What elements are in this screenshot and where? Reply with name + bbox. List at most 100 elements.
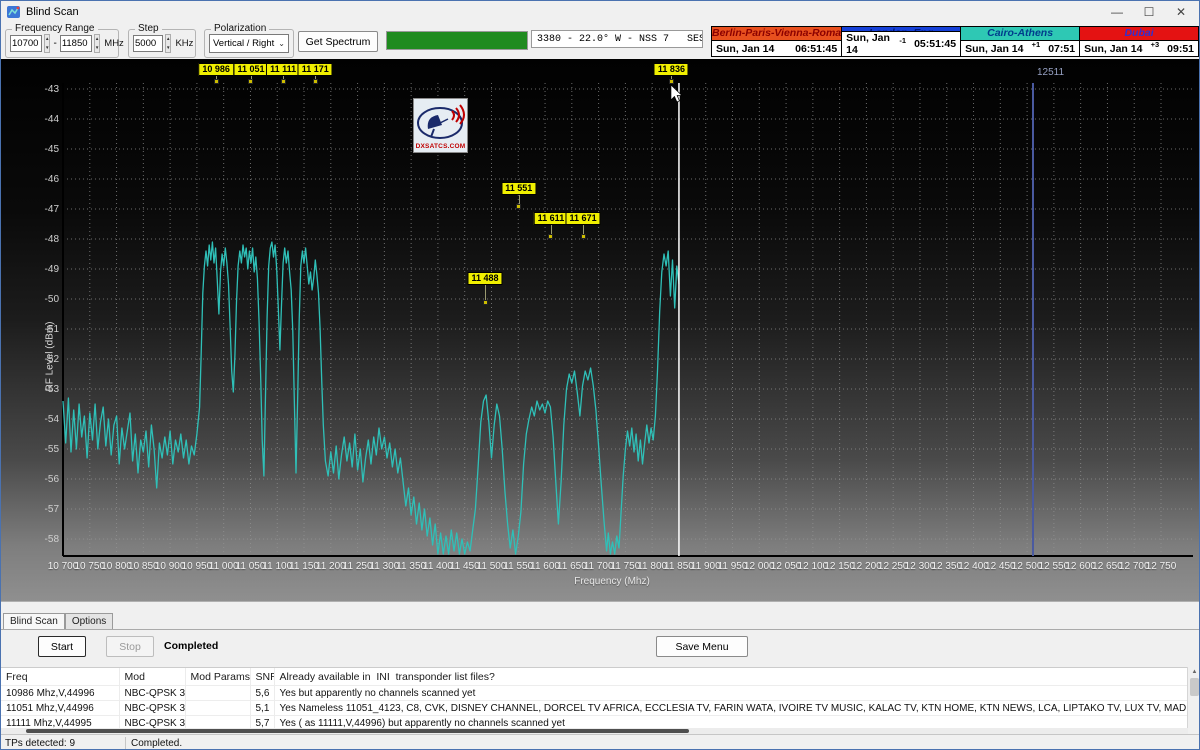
- x-tick-label: 11 100: [262, 561, 292, 572]
- tp-flag-marker: [548, 234, 553, 239]
- y-tick-label: -43: [29, 84, 59, 95]
- cell-mod: NBC-QPSK 3/4: [119, 701, 185, 716]
- world-clocks: Berlin-Paris-Vienna-Roma Sun, Jan 14 06:…: [711, 26, 1199, 57]
- x-tick-label: 11 050: [236, 561, 266, 572]
- y-tick-label: -50: [29, 294, 59, 305]
- y-tick-label: -52: [29, 354, 59, 365]
- clock-cairo: Cairo-Athens Sun, Jan 14 +1 07:51: [961, 27, 1079, 56]
- table-row[interactable]: 10986 Mhz,V,44996 NBC-QPSK 3/4 5,6 Yes b…: [1, 686, 1188, 701]
- clock-time: 07:51: [1048, 43, 1075, 55]
- clock-time: 09:51: [1167, 43, 1194, 55]
- frequency-to-input[interactable]: [60, 35, 92, 52]
- x-tick-label: 11 700: [584, 561, 614, 572]
- x-tick-label: 11 200: [316, 561, 346, 572]
- table-row[interactable]: 11111 Mhz,V,44995 NBC-QPSK 3/4 5,7 Yes (…: [1, 716, 1188, 730]
- x-tick-label: 11 550: [503, 561, 533, 572]
- spectrum-plot[interactable]: [1, 59, 1200, 601]
- scroll-up-icon[interactable]: ▲: [1188, 667, 1200, 677]
- y-tick-label: -57: [29, 504, 59, 515]
- y-tick-label: -46: [29, 174, 59, 185]
- y-tick-label: -48: [29, 234, 59, 245]
- x-tick-label: 11 000: [209, 561, 239, 572]
- tp-flag-marker: [581, 234, 586, 239]
- clock-body-berlin: Sun, Jan 14 06:51:45: [712, 40, 841, 56]
- tp-flag-11551: 11 551: [501, 182, 536, 195]
- cell-mod: NBC-QPSK 3/4: [119, 686, 185, 701]
- close-button[interactable]: ✕: [1165, 1, 1197, 23]
- col-snr: SNR: [250, 668, 274, 686]
- spectrum-chart[interactable]: RF Level (dBm) Frequency (Mhz) 12511 DXS…: [1, 59, 1200, 601]
- table-header-row: Freq Mod Mod Params SNR Already availabl…: [1, 668, 1188, 686]
- y-tick-label: -45: [29, 144, 59, 155]
- tp-flag-11111: 11 111: [266, 63, 300, 76]
- clock-date: Sun, Jan 14: [1084, 43, 1142, 55]
- tp-flag-11671: 11 671: [566, 212, 601, 225]
- tab-blind-scan[interactable]: Blind Scan: [3, 613, 65, 630]
- tp-flag-marker: [313, 79, 318, 84]
- polarization-select[interactable]: Vertical / Right ⌄: [209, 34, 289, 53]
- step-unit-label: KHz: [175, 38, 193, 49]
- cell-freq: 10986 Mhz,V,44996: [1, 686, 119, 701]
- step-input[interactable]: [133, 35, 163, 52]
- y-tick-label: -49: [29, 264, 59, 275]
- tp-flag-marker: [483, 300, 488, 305]
- frequency-from-input[interactable]: [10, 35, 42, 52]
- col-mod: Mod: [119, 668, 185, 686]
- start-button[interactable]: Start: [38, 636, 86, 657]
- marker-frequency-label: 12511: [1037, 67, 1064, 78]
- clock-time: 05:51:45: [914, 38, 956, 50]
- mouse-cursor-icon: [671, 85, 682, 102]
- x-tick-label: 11 600: [530, 561, 560, 572]
- tp-flag-marker: [516, 204, 521, 209]
- table-vertical-scrollbar[interactable]: ▲: [1187, 667, 1200, 728]
- bottom-panel: Blind Scan Options Start Stop Completed …: [1, 601, 1200, 734]
- frequency-unit-label: MHz: [104, 38, 124, 49]
- progress-bar: [386, 31, 528, 50]
- y-tick-label: -47: [29, 204, 59, 215]
- get-spectrum-button[interactable]: Get Spectrum: [298, 31, 378, 52]
- statusbar-divider: [125, 737, 126, 749]
- tab-divider: [1, 629, 1200, 630]
- clock-utc-offset: -1: [899, 36, 906, 45]
- x-tick-label: 11 300: [369, 561, 399, 572]
- clock-london: London, Eng Sun, Jan 14 -1 05:51:45: [842, 27, 960, 56]
- tp-flag-stem: [485, 285, 486, 300]
- col-mod-params: Mod Params: [185, 668, 250, 686]
- cell-mod-params: [185, 701, 250, 716]
- step-stepper[interactable]: ▲▼: [165, 34, 171, 53]
- cell-snr: 5,1: [250, 701, 274, 716]
- scrollbar-thumb[interactable]: [1190, 678, 1199, 696]
- completed-status-label: Completed.: [131, 738, 182, 749]
- col-available: Already available in INI transponder lis…: [274, 668, 1188, 686]
- clock-utc-offset: +1: [1032, 40, 1041, 49]
- maximize-button[interactable]: ☐: [1133, 1, 1165, 23]
- polarization-group: Polarization Vertical / Right ⌄: [204, 29, 294, 58]
- polarization-label: Polarization: [211, 23, 269, 34]
- clock-dubai: Dubai Sun, Jan 14 +3 09:51: [1080, 27, 1198, 56]
- clock-date: Sun, Jan 14: [965, 43, 1023, 55]
- tp-flag-marker: [281, 79, 286, 84]
- save-menu-button[interactable]: Save Menu: [656, 636, 748, 657]
- table-row[interactable]: 11051 Mhz,V,44996 NBC-QPSK 3/4 5,1 Yes N…: [1, 701, 1188, 716]
- tp-flag-11171: 11 171: [298, 63, 333, 76]
- satellite-dish-icon: [414, 103, 467, 143]
- clock-body-cairo: Sun, Jan 14 +1 07:51: [961, 40, 1079, 56]
- stop-button[interactable]: Stop: [106, 636, 154, 657]
- satellite-info-field[interactable]: 3380 - 22.0° W - NSS 7 SES 4: [531, 30, 703, 48]
- x-tick-label: 12 750: [1146, 561, 1177, 572]
- transponder-table: Freq Mod Mod Params SNR Already availabl…: [1, 667, 1188, 729]
- x-axis-label: Frequency (Mhz): [574, 576, 650, 587]
- frequency-from-stepper[interactable]: ▲▼: [44, 34, 50, 53]
- clock-utc-offset: +3: [1151, 40, 1160, 49]
- window-title: Blind Scan: [26, 6, 79, 18]
- cell-freq: 11051 Mhz,V,44996: [1, 701, 119, 716]
- cell-mod-params: [185, 686, 250, 701]
- frequency-to-stepper[interactable]: ▲▼: [94, 34, 100, 53]
- minimize-button[interactable]: —: [1101, 1, 1133, 23]
- scrollbar-thumb[interactable]: [26, 729, 689, 733]
- step-label: Step: [135, 23, 162, 34]
- status-bar: TPs detected: 9 Completed.: [1, 734, 1199, 750]
- y-tick-label: -53: [29, 384, 59, 395]
- tab-options[interactable]: Options: [65, 613, 113, 629]
- x-tick-label: 11 750: [610, 561, 640, 572]
